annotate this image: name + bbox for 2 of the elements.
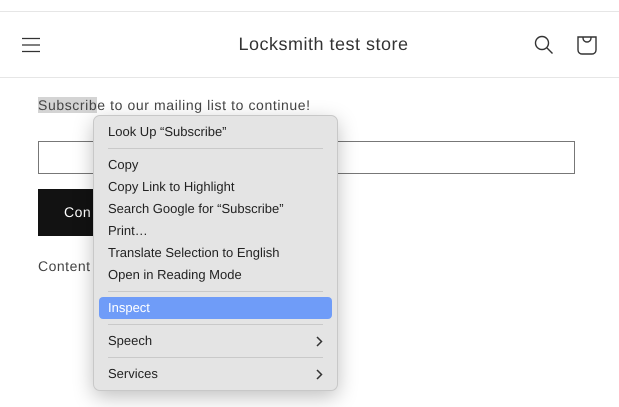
content-text: Content (38, 257, 91, 276)
subscribe-prompt: Subscribe to our mailing list to continue! (38, 97, 312, 114)
